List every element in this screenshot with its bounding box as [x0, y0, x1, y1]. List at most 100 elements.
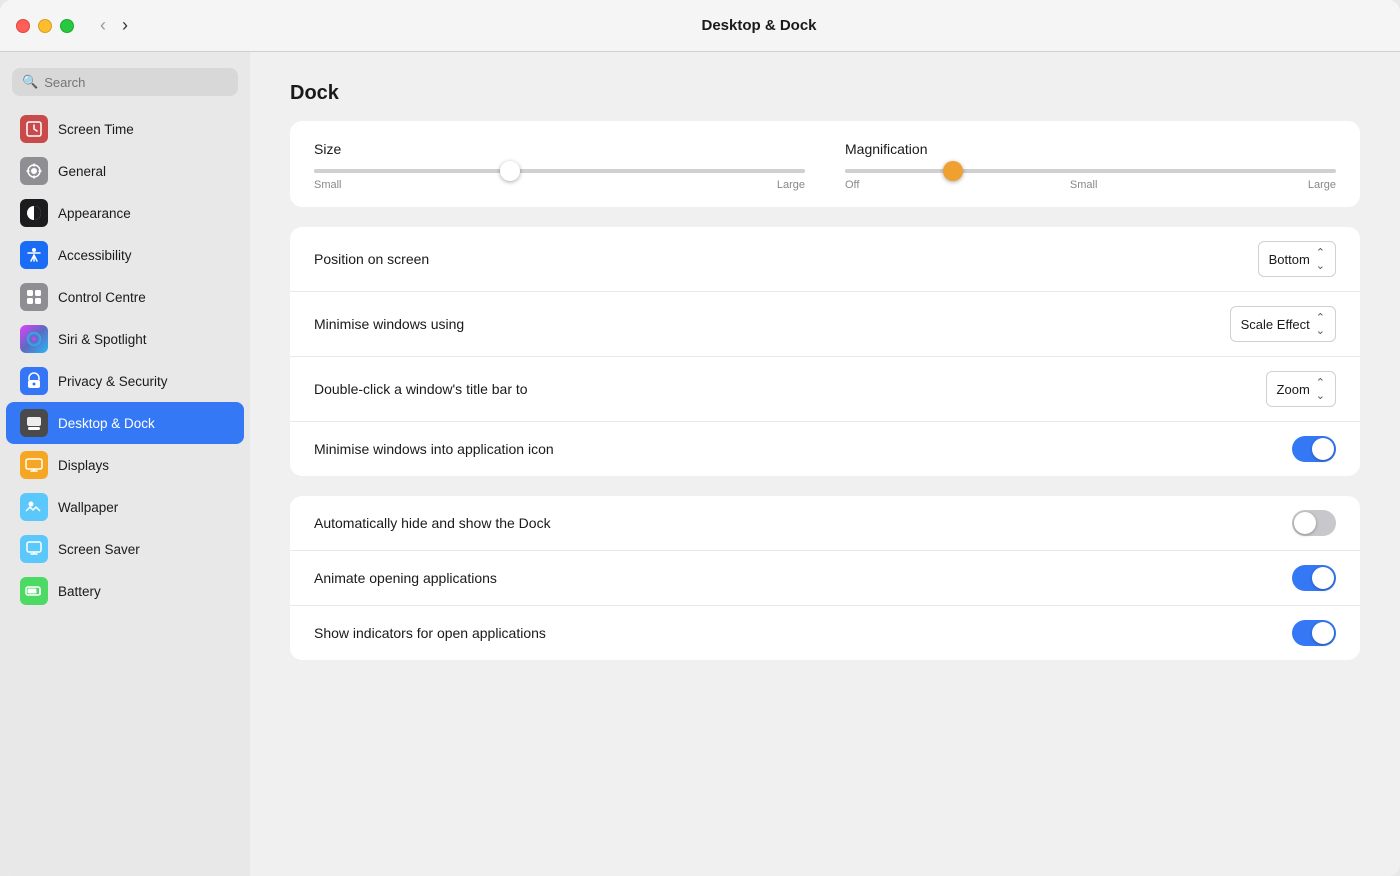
siri-label: Siri & Spotlight	[58, 332, 147, 347]
show-indicators-toggle[interactable]	[1292, 620, 1336, 646]
size-max-label: Large	[777, 179, 805, 191]
minimise-into-icon-toggle[interactable]	[1292, 436, 1336, 462]
screen-saver-icon	[20, 535, 48, 563]
settings-card-2: Automatically hide and show the Dock Anim…	[290, 496, 1360, 660]
nav-arrows: ‹ ›	[94, 13, 134, 38]
position-on-screen-label: Position on screen	[314, 251, 429, 267]
chevron-icon: ⌃⌄	[1316, 376, 1325, 402]
sidebar-item-battery[interactable]: Battery	[6, 570, 244, 612]
sidebar-item-appearance[interactable]: Appearance	[6, 192, 244, 234]
magnification-slider-fill	[845, 169, 953, 173]
screen-time-icon	[20, 115, 48, 143]
size-slider-wrapper[interactable]	[314, 169, 805, 173]
double-click-title-bar-value: Zoom	[1277, 382, 1310, 397]
title-bar: ‹ › Desktop & Dock	[0, 0, 1400, 52]
magnification-slider-thumb[interactable]	[943, 161, 963, 181]
magnification-max-label: Large	[1308, 179, 1336, 191]
slider-section: Size Small Large	[290, 121, 1360, 207]
magnification-range-labels: Off Small Large	[845, 179, 1336, 191]
right-panel: Dock Size Small	[250, 52, 1400, 876]
show-indicators-label: Show indicators for open applications	[314, 625, 546, 641]
minimise-windows-using-dropdown[interactable]: Scale Effect ⌃⌄	[1230, 306, 1336, 342]
setting-row-auto-hide-dock: Automatically hide and show the Dock	[290, 496, 1360, 550]
desktop-dock-icon	[20, 409, 48, 437]
setting-row-minimise-windows-using: Minimise windows usingScale Effect⌃⌄	[290, 291, 1360, 356]
settings-rows: Position on screen Bottom⌃⌄ Minimise windo…	[290, 227, 1360, 476]
minimize-button[interactable]	[38, 19, 52, 33]
sliders-card: Size Small Large	[290, 121, 1360, 207]
animate-opening-toggle[interactable]	[1292, 565, 1336, 591]
setting-row-minimise-into-icon: Minimise windows into application icon	[290, 421, 1360, 476]
size-slider-track	[314, 169, 805, 173]
sidebar-item-siri[interactable]: Siri & Spotlight	[6, 318, 244, 360]
main-window: ‹ › Desktop & Dock 🔍 Screen Time General A…	[0, 0, 1400, 876]
size-slider-fill	[314, 169, 510, 173]
auto-hide-dock-label: Automatically hide and show the Dock	[314, 515, 551, 531]
minimise-into-icon-toggle-knob	[1312, 438, 1334, 460]
sidebar-item-desktop-dock[interactable]: Desktop & Dock	[6, 402, 244, 444]
appearance-icon	[20, 199, 48, 227]
magnification-slider-wrapper[interactable]	[845, 169, 1336, 173]
maximize-button[interactable]	[60, 19, 74, 33]
magnification-small-label: Small	[1070, 179, 1098, 191]
desktop-dock-label: Desktop & Dock	[58, 416, 155, 431]
back-button[interactable]: ‹	[94, 13, 112, 38]
screen-time-label: Screen Time	[58, 122, 134, 137]
screen-saver-label: Screen Saver	[58, 542, 140, 557]
sidebar-item-general[interactable]: General	[6, 150, 244, 192]
sidebar-item-privacy[interactable]: Privacy & Security	[6, 360, 244, 402]
sidebar-item-wallpaper[interactable]: Wallpaper	[6, 486, 244, 528]
close-button[interactable]	[16, 19, 30, 33]
size-min-label: Small	[314, 179, 342, 191]
main-content: 🔍 Screen Time General Appearance Accessibil…	[0, 52, 1400, 876]
sidebar-item-accessibility[interactable]: Accessibility	[6, 234, 244, 276]
search-container: 🔍	[0, 60, 250, 108]
general-label: General	[58, 164, 106, 179]
accessibility-icon	[20, 241, 48, 269]
search-box[interactable]: 🔍	[12, 68, 238, 96]
settings-card-1: Position on screen Bottom⌃⌄ Minimise windo…	[290, 227, 1360, 476]
battery-label: Battery	[58, 584, 101, 599]
section-title: Dock	[290, 82, 1360, 105]
accessibility-label: Accessibility	[58, 248, 132, 263]
setting-row-animate-opening: Animate opening applications	[290, 550, 1360, 605]
minimise-windows-using-value: Scale Effect	[1241, 317, 1310, 332]
setting-row-show-indicators: Show indicators for open applications	[290, 605, 1360, 660]
battery-icon	[20, 577, 48, 605]
size-slider-group: Size Small Large	[314, 141, 805, 191]
double-click-title-bar-label: Double-click a window's title bar to	[314, 381, 528, 397]
search-input[interactable]	[44, 75, 228, 90]
privacy-label: Privacy & Security	[58, 374, 168, 389]
sidebar-item-screen-saver[interactable]: Screen Saver	[6, 528, 244, 570]
size-range-labels: Small Large	[314, 179, 805, 191]
size-slider-thumb[interactable]	[500, 161, 520, 181]
magnification-label: Magnification	[845, 141, 1336, 157]
sidebar-items-container: Screen Time General Appearance Accessibilit…	[0, 108, 250, 612]
show-indicators-toggle-knob	[1312, 622, 1334, 644]
forward-button[interactable]: ›	[116, 13, 134, 38]
magnification-slider-track	[845, 169, 1336, 173]
window-title: Desktop & Dock	[134, 17, 1384, 34]
sidebar-item-screen-time[interactable]: Screen Time	[6, 108, 244, 150]
displays-label: Displays	[58, 458, 109, 473]
animate-opening-label: Animate opening applications	[314, 570, 497, 586]
sidebar-item-control-centre[interactable]: Control Centre	[6, 276, 244, 318]
chevron-icon: ⌃⌄	[1316, 311, 1325, 337]
control-centre-icon	[20, 283, 48, 311]
displays-icon	[20, 451, 48, 479]
siri-icon	[20, 325, 48, 353]
double-click-title-bar-dropdown[interactable]: Zoom ⌃⌄	[1266, 371, 1336, 407]
appearance-label: Appearance	[58, 206, 131, 221]
auto-hide-dock-toggle-knob	[1294, 512, 1316, 534]
size-label: Size	[314, 141, 805, 157]
search-icon: 🔍	[22, 74, 38, 90]
position-on-screen-dropdown[interactable]: Bottom⌃⌄	[1258, 241, 1336, 277]
traffic-lights	[16, 19, 74, 33]
privacy-icon	[20, 367, 48, 395]
setting-row-double-click-title-bar: Double-click a window's title bar to Zoom…	[290, 356, 1360, 421]
chevron-icon: ⌃⌄	[1316, 246, 1325, 272]
sidebar: 🔍 Screen Time General Appearance Accessibil…	[0, 52, 250, 876]
sidebar-item-displays[interactable]: Displays	[6, 444, 244, 486]
auto-hide-dock-toggle[interactable]	[1292, 510, 1336, 536]
wallpaper-label: Wallpaper	[58, 500, 118, 515]
